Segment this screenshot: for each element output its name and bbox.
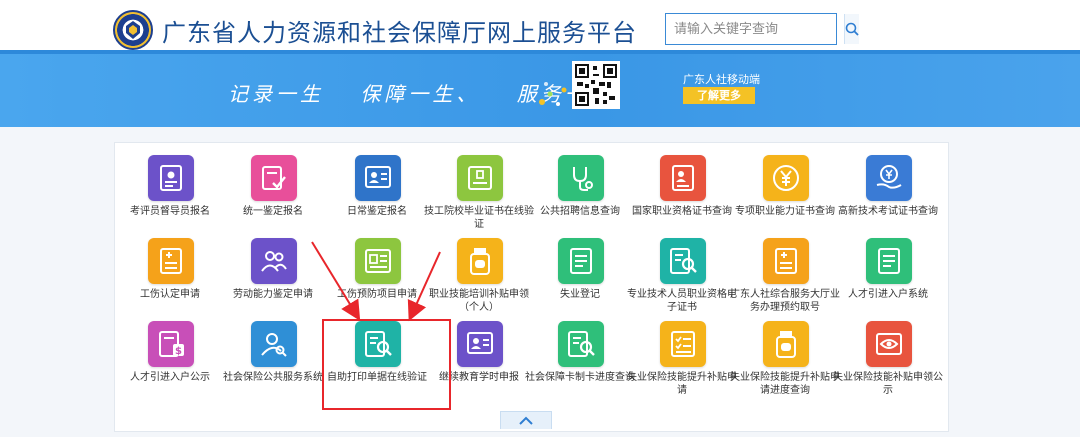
service-tile[interactable]: 失业登记	[532, 238, 628, 324]
document-check-icon	[251, 155, 297, 201]
form-lines-icon	[558, 238, 604, 284]
service-grid-panel: 考评员督导员报名 统一鉴定报名 日常鉴定报名 技工院校毕业证书在线验证 公共招聘信息查询…	[114, 142, 949, 432]
service-tile[interactable]: 广东人社综合服务大厅业务办理预约取号	[730, 238, 840, 324]
service-label: 公共招聘信息查询	[540, 206, 620, 217]
service-label: 职业技能培训补贴申领（个人）	[429, 289, 529, 313]
person-document-icon	[660, 155, 706, 201]
service-tile[interactable]: 劳动能力鉴定申请	[225, 238, 321, 324]
profile-card-icon	[355, 155, 401, 201]
service-label: 自助打印单据在线验证	[327, 372, 427, 383]
medicine-bottle-icon	[457, 238, 503, 284]
service-tile[interactable]: 专项职业能力证书查询	[735, 155, 835, 241]
search-icon	[845, 22, 859, 36]
service-label: 人才引进入户系统	[848, 289, 928, 300]
learn-more-button[interactable]: 了解更多	[683, 87, 755, 104]
yen-coin-icon	[763, 155, 809, 201]
service-tile[interactable]: 专业技术人员职业资格电子证书	[627, 238, 737, 324]
dollar-document-icon: $	[148, 321, 194, 367]
eye-card-icon	[866, 321, 912, 367]
service-tile[interactable]: 高新技术考试证书查询	[838, 155, 938, 241]
service-tile[interactable]: 继续教育学时申报	[431, 321, 527, 407]
service-label: 国家职业资格证书查询	[632, 206, 732, 217]
service-label: 高新技术考试证书查询	[838, 206, 938, 217]
service-label: 考评员督导员报名	[130, 206, 210, 217]
list-card-icon	[355, 238, 401, 284]
medicine-bottle-icon	[763, 321, 809, 367]
search-box	[665, 13, 859, 45]
service-tile[interactable]: 日常鉴定报名	[329, 155, 425, 241]
service-tile[interactable]: 考评员督导员报名	[122, 155, 218, 241]
decorative-dots-icon	[539, 82, 567, 106]
checklist-icon	[660, 321, 706, 367]
svg-text:$: $	[175, 346, 182, 357]
slogan-part-2: 保障一生、	[360, 82, 481, 106]
service-tile[interactable]: 失业保险技能提升补贴申请进度查询	[730, 321, 840, 407]
service-label: 人才引进入户公示	[130, 372, 210, 383]
service-tile[interactable]: 国家职业资格证书查询	[632, 155, 732, 241]
service-tile[interactable]: 技工院校毕业证书在线验证	[424, 155, 534, 241]
service-tile[interactable]: 社会保障卡制卡进度查询	[525, 321, 635, 407]
chevron-up-icon	[519, 416, 533, 425]
service-label: 社会保障卡制卡进度查询	[525, 372, 635, 383]
mobile-app-label: 广东人社移动端	[683, 73, 760, 86]
service-tile[interactable]: 失业保险技能补贴申领公示	[833, 321, 943, 407]
service-label: 统一鉴定报名	[243, 206, 303, 217]
service-label: 失业登记	[560, 289, 600, 300]
service-tile[interactable]: 自助打印单据在线验证	[327, 321, 427, 407]
search-document-icon	[558, 321, 604, 367]
service-tile[interactable]: 人才引进入户系统	[840, 238, 936, 324]
search-input[interactable]	[666, 14, 844, 44]
service-label: 继续教育学时申报	[439, 372, 519, 383]
search-button[interactable]	[844, 14, 859, 44]
service-label: 日常鉴定报名	[347, 206, 407, 217]
service-tile[interactable]: 工伤认定申请	[122, 238, 218, 324]
slogan-part-1: 记录一生	[228, 82, 324, 106]
service-label: 社会保险公共服务系统	[223, 372, 323, 383]
profile-card-icon	[457, 321, 503, 367]
search-document-icon	[660, 238, 706, 284]
service-tile[interactable]: $ 人才引进入户公示	[122, 321, 218, 407]
yen-hand-icon	[866, 155, 912, 201]
banner-top-strip	[0, 50, 1080, 54]
form-plus-icon	[148, 238, 194, 284]
service-label: 失业保险技能提升补贴申请进度查询	[730, 372, 840, 396]
service-tile[interactable]: 失业保险技能提升补贴申请	[627, 321, 737, 407]
certificate-icon	[457, 155, 503, 201]
stethoscope-icon	[558, 155, 604, 201]
service-label: 劳动能力鉴定申请	[233, 289, 313, 300]
service-label: 失业保险技能补贴申领公示	[833, 372, 943, 396]
service-tile[interactable]: 公共招聘信息查询	[532, 155, 628, 241]
service-label: 专项职业能力证书查询	[735, 206, 835, 217]
site-header: 广东省人力资源和社会保障厅网上服务平台	[0, 0, 1080, 50]
service-label: 技工院校毕业证书在线验证	[424, 206, 534, 230]
form-plus-icon	[763, 238, 809, 284]
service-label: 工伤认定申请	[140, 289, 200, 300]
search-document-icon	[355, 321, 401, 367]
service-tile[interactable]: 社会保险公共服务系统	[223, 321, 323, 407]
service-label: 专业技术人员职业资格电子证书	[627, 289, 737, 313]
people-icon	[251, 238, 297, 284]
service-tile[interactable]: 工伤预防项目申请	[329, 238, 425, 324]
collapse-button[interactable]	[500, 411, 552, 429]
user-search-icon	[251, 321, 297, 367]
id-card-icon	[148, 155, 194, 201]
promo-banner[interactable]: 记录一生 保障一生、 服务一生 广东人社移动端 了解更多	[0, 50, 1080, 127]
service-label: 工伤预防项目申请	[337, 289, 417, 300]
service-tile[interactable]: 统一鉴定报名	[225, 155, 321, 241]
service-tile[interactable]: 职业技能培训补贴申领（个人）	[429, 238, 529, 324]
form-lines-icon	[866, 238, 912, 284]
qr-code-icon	[572, 61, 620, 109]
service-label: 失业保险技能提升补贴申请	[627, 372, 737, 396]
service-label: 广东人社综合服务大厅业务办理预约取号	[730, 289, 840, 313]
site-title[interactable]: 广东省人力资源和社会保障厅网上服务平台	[162, 13, 637, 48]
emblem-icon[interactable]	[113, 10, 153, 50]
